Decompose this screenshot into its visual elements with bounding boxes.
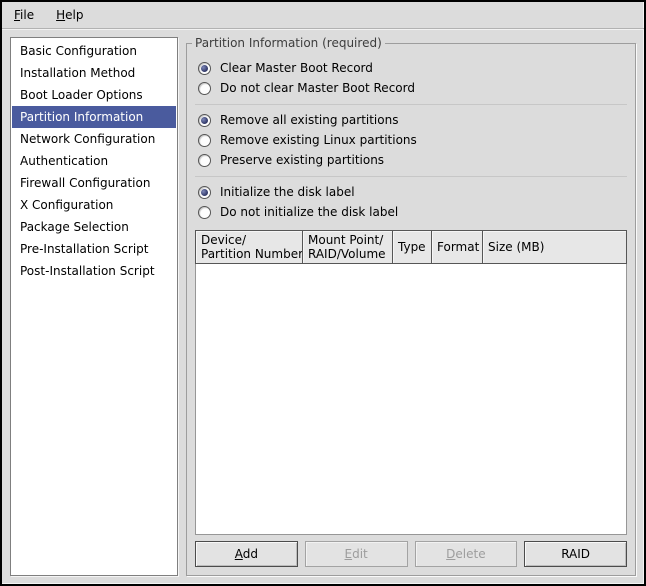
sidebar-item-basic-configuration[interactable]: Basic Configuration xyxy=(12,40,176,62)
menu-help[interactable]: Help xyxy=(50,5,89,25)
raid-button[interactable]: RAID xyxy=(524,541,627,567)
radio-label: Remove existing Linux partitions xyxy=(220,133,417,147)
sidebar-item-boot-loader-options[interactable]: Boot Loader Options xyxy=(12,84,176,106)
radio-unselected-icon xyxy=(198,82,211,95)
menu-bar: File Help xyxy=(2,2,644,29)
app-window: File Help Basic Configuration Installati… xyxy=(0,0,646,586)
radio-do-not-initialize-disk-label[interactable]: Do not initialize the disk label xyxy=(195,202,627,222)
column-header-type[interactable]: Type xyxy=(393,231,432,263)
menu-file[interactable]: File xyxy=(8,5,40,25)
radio-remove-linux-partitions[interactable]: Remove existing Linux partitions xyxy=(195,130,627,150)
radio-selected-icon xyxy=(198,114,211,127)
radio-preserve-partitions[interactable]: Preserve existing partitions xyxy=(195,150,627,170)
main-content: Basic Configuration Installation Method … xyxy=(2,29,644,584)
radio-selected-icon xyxy=(198,62,211,75)
column-header-size-mb[interactable]: Size (MB) xyxy=(483,231,626,263)
add-button[interactable]: Add xyxy=(195,541,298,567)
panel-title: Partition Information (required) xyxy=(192,36,385,50)
sidebar-item-pre-installation-script[interactable]: Pre-Installation Script xyxy=(12,238,176,260)
radio-label: Preserve existing partitions xyxy=(220,153,384,167)
partition-information-panel: Partition Information (required) Clear M… xyxy=(186,43,636,576)
edit-button[interactable]: Edit xyxy=(305,541,408,567)
table-body-empty[interactable] xyxy=(195,264,627,535)
column-header-mount-point-raid-volume[interactable]: Mount Point/ RAID/Volume xyxy=(303,231,393,263)
radio-label: Do not clear Master Boot Record xyxy=(220,81,415,95)
partitions-table: Device/ Partition Number Mount Point/ RA… xyxy=(195,230,627,535)
sidebar-item-post-installation-script[interactable]: Post-Installation Script xyxy=(12,260,176,282)
column-header-device-partition-number[interactable]: Device/ Partition Number xyxy=(196,231,303,263)
radio-do-not-clear-mbr[interactable]: Do not clear Master Boot Record xyxy=(195,78,627,98)
radio-label: Initialize the disk label xyxy=(220,185,355,199)
radio-clear-mbr[interactable]: Clear Master Boot Record xyxy=(195,58,627,78)
radio-remove-all-partitions[interactable]: Remove all existing partitions xyxy=(195,110,627,130)
column-header-format[interactable]: Format xyxy=(432,231,483,263)
table-button-row: Add Edit Delete RAID xyxy=(195,541,627,567)
radio-unselected-icon xyxy=(198,154,211,167)
radio-label: Clear Master Boot Record xyxy=(220,61,373,75)
radio-selected-icon xyxy=(198,186,211,199)
radio-unselected-icon xyxy=(198,206,211,219)
radio-label: Remove all existing partitions xyxy=(220,113,398,127)
separator xyxy=(195,104,627,105)
separator xyxy=(195,176,627,177)
sidebar-item-package-selection[interactable]: Package Selection xyxy=(12,216,176,238)
sidebar-list: Basic Configuration Installation Method … xyxy=(10,37,178,576)
radio-unselected-icon xyxy=(198,134,211,147)
sidebar-item-x-configuration[interactable]: X Configuration xyxy=(12,194,176,216)
sidebar-item-installation-method[interactable]: Installation Method xyxy=(12,62,176,84)
delete-button[interactable]: Delete xyxy=(415,541,518,567)
sidebar-item-partition-information[interactable]: Partition Information xyxy=(12,106,176,128)
table-header: Device/ Partition Number Mount Point/ RA… xyxy=(195,230,627,264)
radio-label: Do not initialize the disk label xyxy=(220,205,398,219)
sidebar-item-network-configuration[interactable]: Network Configuration xyxy=(12,128,176,150)
radio-initialize-disk-label[interactable]: Initialize the disk label xyxy=(195,182,627,202)
sidebar-item-authentication[interactable]: Authentication xyxy=(12,150,176,172)
sidebar-item-firewall-configuration[interactable]: Firewall Configuration xyxy=(12,172,176,194)
